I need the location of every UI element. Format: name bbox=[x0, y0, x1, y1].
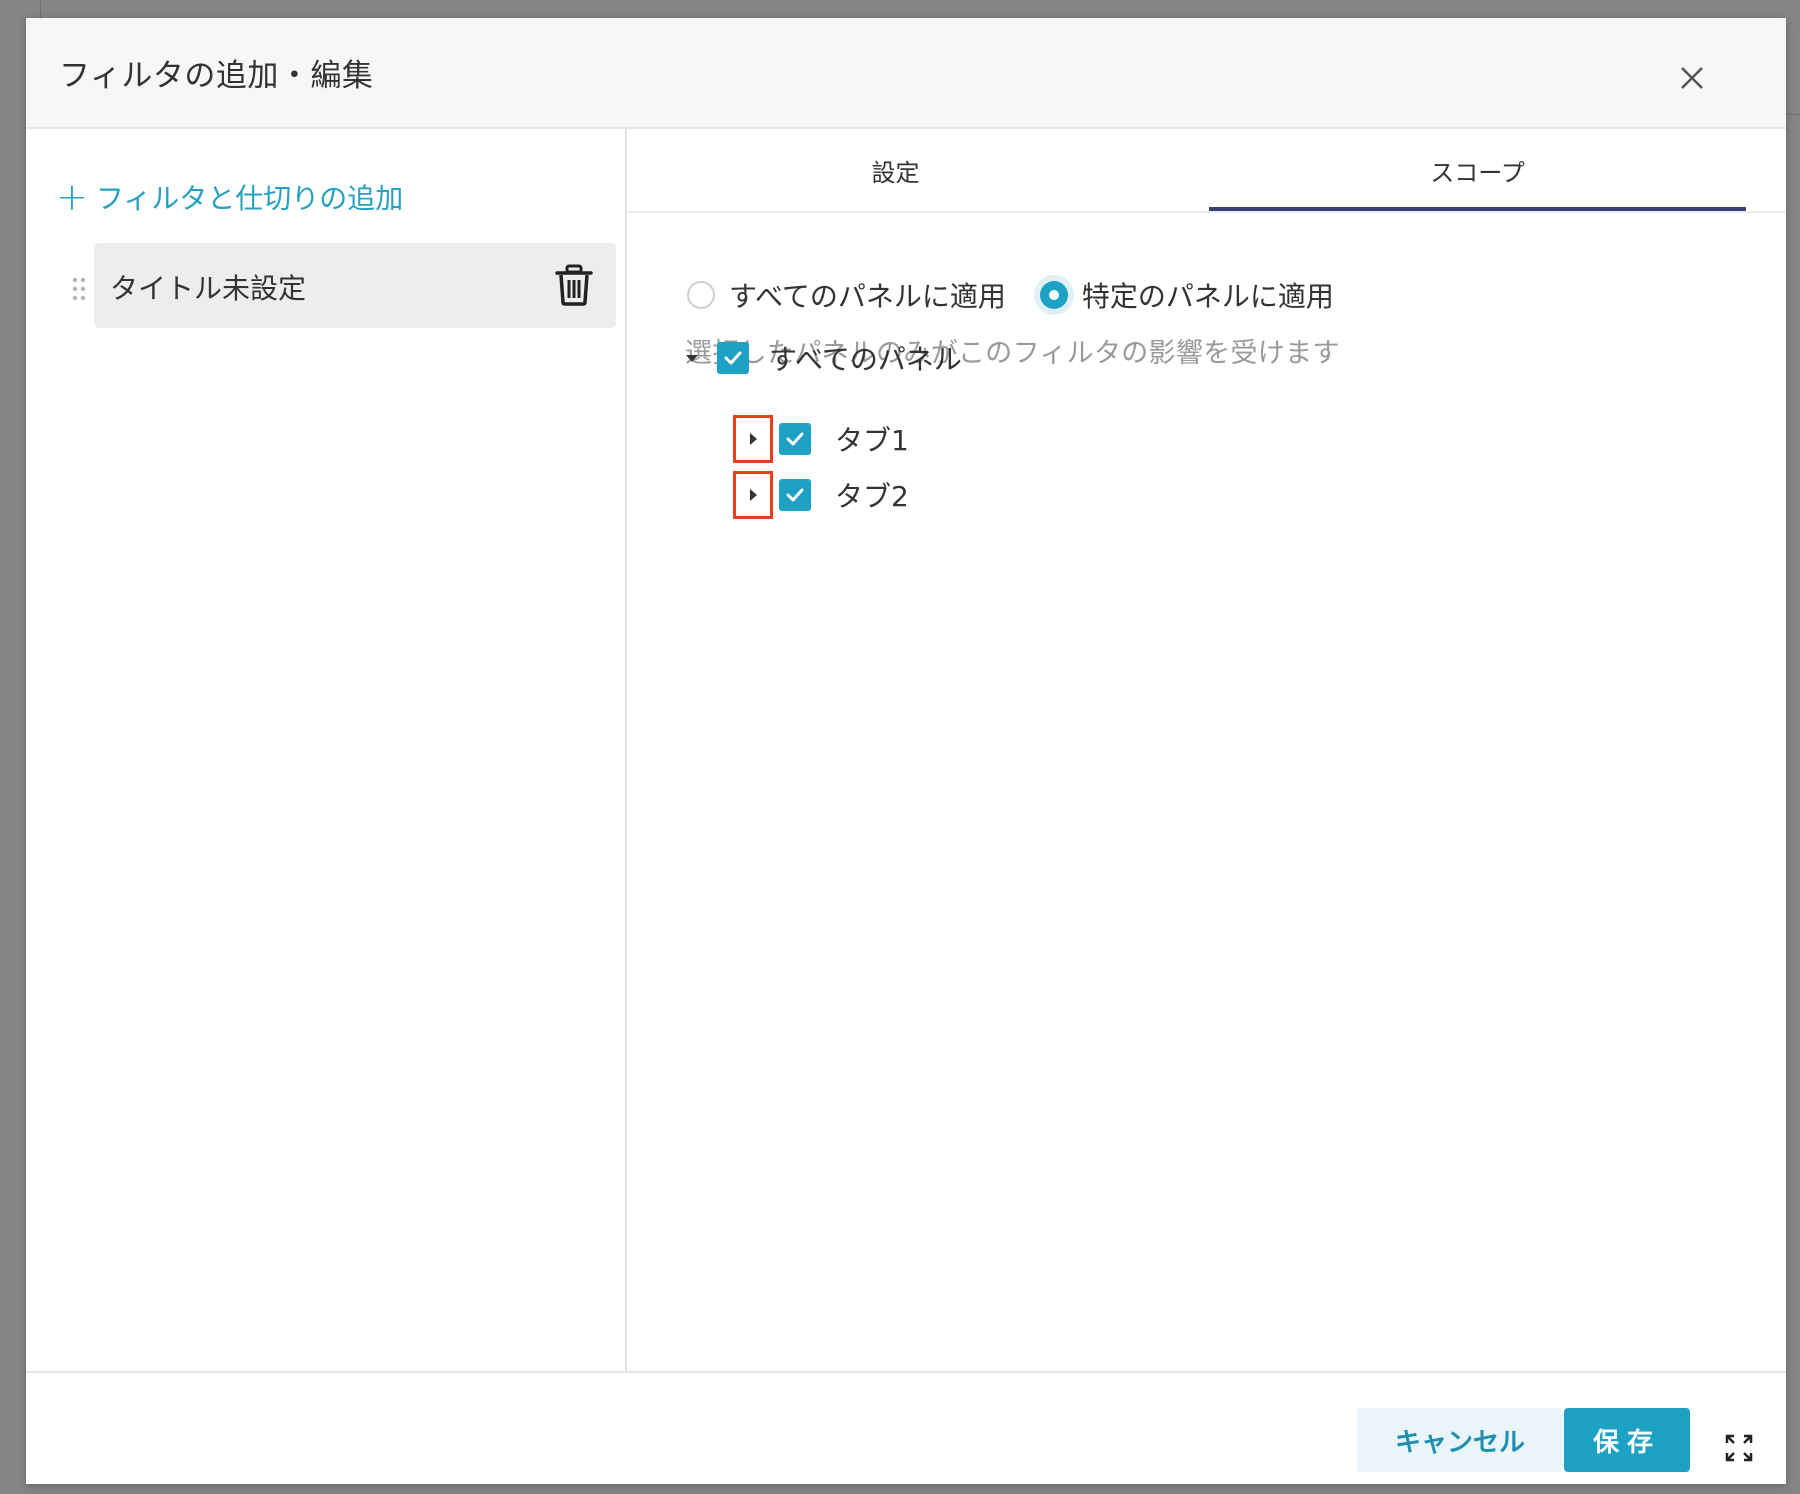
tab-scope-label: スコープ bbox=[1430, 159, 1525, 187]
modal-footer: キャンセル 保存 bbox=[26, 1371, 1786, 1486]
tab-settings-label: 設定 bbox=[871, 159, 920, 187]
filter-config-pane: 設定 スコープ すべてのパネルに適用 特定のパネルに適用 選択したパネルのみがこ… bbox=[627, 129, 1786, 1371]
caret-right-icon[interactable] bbox=[733, 471, 773, 519]
plus-icon: + bbox=[56, 175, 88, 219]
caret-right-icon[interactable] bbox=[733, 415, 773, 463]
filter-list-pane: + フィルタと仕切りの追加 タイトル未設定 bbox=[26, 129, 627, 1371]
caret-down-icon[interactable] bbox=[677, 343, 707, 373]
filter-item-label: タイトル未設定 bbox=[110, 272, 307, 305]
check-icon bbox=[786, 432, 804, 446]
scope-radio-group: すべてのパネルに適用 特定のパネルに適用 bbox=[687, 275, 1368, 315]
background-divider bbox=[1786, 114, 1800, 115]
checkbox-all-panels[interactable] bbox=[717, 342, 749, 374]
drag-handle-icon[interactable] bbox=[72, 277, 86, 301]
delete-filter-button[interactable] bbox=[554, 263, 594, 307]
radio-apply-specific-label[interactable]: 特定のパネルに適用 bbox=[1082, 275, 1334, 315]
modal-header: フィルタの追加・編集 bbox=[26, 18, 1786, 129]
close-button[interactable] bbox=[1670, 56, 1714, 100]
checkbox-tab1[interactable] bbox=[779, 423, 811, 455]
tree-row-all-panels: すべてのパネル bbox=[677, 338, 962, 378]
background-divider bbox=[40, 0, 41, 18]
active-tab-indicator bbox=[1209, 207, 1746, 211]
cancel-button[interactable]: キャンセル bbox=[1357, 1408, 1563, 1472]
tree-label-all-panels: すべてのパネル bbox=[769, 343, 962, 376]
filter-list-item[interactable]: タイトル未設定 bbox=[94, 243, 616, 328]
radio-apply-specific[interactable] bbox=[1039, 281, 1068, 309]
add-filter-button[interactable]: + フィルタと仕切りの追加 bbox=[56, 177, 403, 217]
radio-apply-all-label[interactable]: すべてのパネルに適用 bbox=[729, 275, 1006, 315]
tab-scope[interactable]: スコープ bbox=[1209, 129, 1746, 211]
modal-title: フィルタの追加・編集 bbox=[59, 58, 374, 94]
tab-bar: 設定 スコープ bbox=[627, 129, 1786, 213]
check-icon bbox=[724, 351, 742, 365]
tree-row-tab1: タブ1 bbox=[733, 415, 909, 463]
tree-row-tab2: タブ2 bbox=[733, 471, 909, 519]
expand-icon bbox=[1725, 1434, 1753, 1462]
trash-icon bbox=[555, 264, 593, 306]
filter-edit-modal: フィルタの追加・編集 + フィルタと仕切りの追加 タイトル未設定 設定 スコープ… bbox=[26, 18, 1786, 1484]
add-filter-label: フィルタと仕切りの追加 bbox=[95, 182, 404, 215]
check-icon bbox=[786, 488, 804, 502]
tab-settings[interactable]: 設定 bbox=[627, 129, 1164, 211]
save-button[interactable]: 保存 bbox=[1564, 1408, 1690, 1472]
tree-label-tab2: タブ2 bbox=[835, 480, 909, 513]
tree-label-tab1: タブ1 bbox=[835, 424, 909, 457]
radio-apply-all[interactable] bbox=[687, 281, 715, 309]
checkbox-tab2[interactable] bbox=[779, 479, 811, 511]
close-icon bbox=[1681, 67, 1703, 89]
expand-button[interactable] bbox=[1724, 1433, 1754, 1463]
